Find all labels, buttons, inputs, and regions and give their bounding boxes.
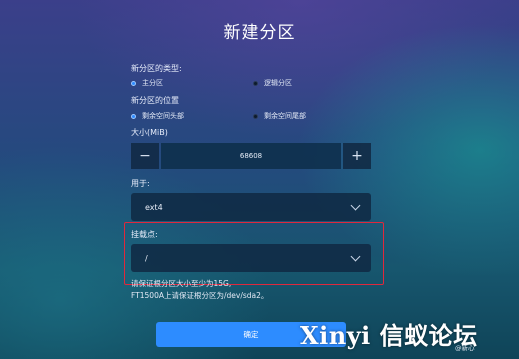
radio-primary-label: 主分区: [142, 79, 163, 87]
radio-unselected-indicator: [253, 113, 258, 119]
size-input[interactable]: 68608: [161, 143, 341, 169]
forum-watermark: Xinyi 信蚁论坛: [300, 321, 478, 350]
chevron-down-icon: [350, 200, 361, 211]
watermark-handle: @新心: [455, 344, 475, 352]
partition-type-label: 新分区的类型:: [131, 64, 182, 73]
filesystem-label: 用于:: [131, 179, 150, 188]
radio-selected-indicator: [131, 113, 136, 119]
radio-unselected-indicator: [253, 80, 258, 86]
size-label: 大小(MiB): [131, 128, 168, 137]
filesystem-select[interactable]: ext4: [131, 193, 371, 221]
dialog-title: 新建分区: [223, 23, 296, 43]
mount-point-select[interactable]: /: [131, 244, 371, 272]
increase-size-button[interactable]: +: [343, 143, 371, 169]
root-device-hint: FT1500A上请保证根分区为/dev/sda2。: [131, 291, 269, 300]
radio-position-head[interactable]: 剩余空间头部: [131, 111, 184, 121]
decrease-size-button[interactable]: −: [131, 143, 159, 169]
radio-primary-partition[interactable]: 主分区: [131, 78, 163, 88]
filesystem-value: ext4: [145, 202, 163, 212]
radio-head-label: 剩余空间头部: [142, 112, 184, 120]
radio-logical-partition[interactable]: 逻辑分区: [253, 78, 292, 88]
size-stepper: − 68608 +: [131, 143, 371, 169]
mount-point-label: 挂载点:: [131, 230, 158, 239]
partition-position-label: 新分区的位置: [131, 96, 179, 105]
chevron-down-icon: [350, 251, 361, 262]
mount-point-value: /: [145, 253, 148, 263]
radio-position-tail[interactable]: 剩余空间尾部: [253, 111, 306, 121]
radio-tail-label: 剩余空间尾部: [264, 112, 306, 120]
radio-selected-indicator: [131, 80, 136, 86]
radio-logical-label: 逻辑分区: [264, 79, 292, 87]
root-size-hint: 请保证根分区大小至少为15G,: [131, 279, 232, 288]
